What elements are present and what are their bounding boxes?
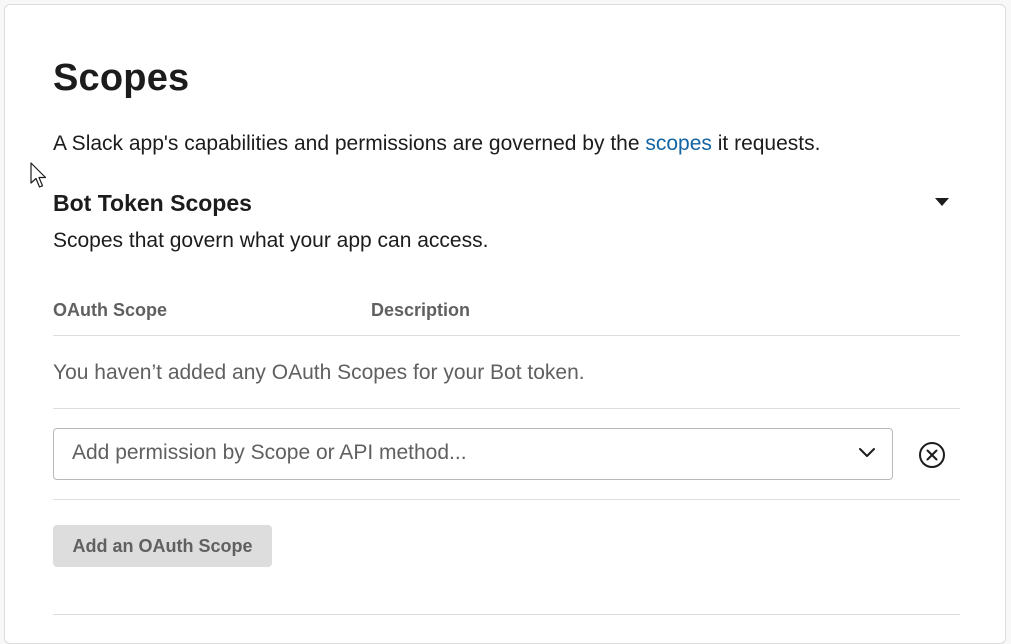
divider bbox=[53, 499, 960, 500]
intro-text-after: it requests. bbox=[711, 132, 821, 155]
scope-select-placeholder: Add permission by Scope or API method... bbox=[72, 441, 467, 464]
scopes-link[interactable]: scopes bbox=[645, 132, 712, 155]
column-header-description: Description bbox=[371, 300, 471, 320]
empty-scopes-message: You haven’t added any OAuth Scopes for y… bbox=[53, 361, 585, 384]
divider bbox=[53, 614, 960, 615]
divider bbox=[53, 335, 960, 336]
section-title: Bot Token Scopes bbox=[53, 190, 252, 216]
close-circle-icon[interactable] bbox=[918, 441, 946, 474]
page-title: Scopes bbox=[53, 57, 190, 99]
intro-text-before: A Slack app's capabilities and permissio… bbox=[53, 132, 646, 155]
column-header-oauth-scope: OAuth Scope bbox=[53, 300, 168, 320]
scope-select-input[interactable]: Add permission by Scope or API method... bbox=[53, 428, 893, 480]
chevron-down-icon[interactable] bbox=[858, 446, 876, 464]
intro-text: A Slack app's capabilities and permissio… bbox=[53, 132, 820, 156]
section-subtitle: Scopes that govern what your app can acc… bbox=[53, 229, 489, 252]
caret-down-icon[interactable] bbox=[935, 198, 949, 206]
scopes-card: Scopes A Slack app's capabilities and pe… bbox=[4, 4, 1006, 644]
divider bbox=[53, 408, 960, 409]
add-oauth-scope-button[interactable]: Add an OAuth Scope bbox=[53, 525, 272, 567]
